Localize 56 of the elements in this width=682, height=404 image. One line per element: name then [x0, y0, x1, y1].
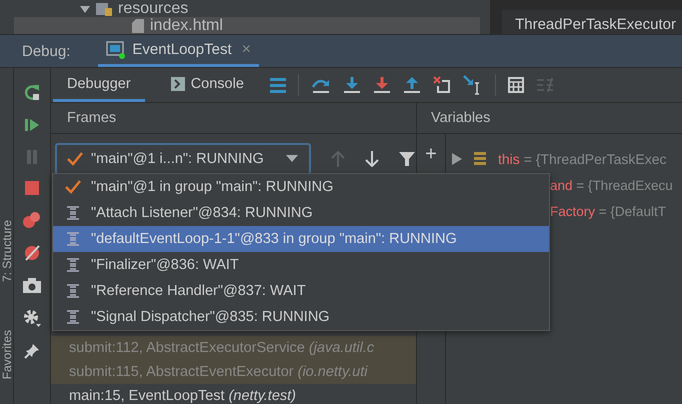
frames-header: Frames [67, 110, 116, 126]
thread-item[interactable]: "defaultEventLoop-1-1"@833 in group "main": RUNNING [53, 226, 549, 252]
step-into-icon[interactable] [342, 76, 361, 94]
console-icon [170, 76, 185, 90]
thread-item[interactable]: "Finalizer"@836: WAIT [53, 252, 549, 278]
calculator-icon[interactable] [508, 77, 524, 93]
thread-icon [65, 284, 81, 298]
tree-item[interactable]: index.html [150, 16, 223, 34]
tree-item[interactable]: resources [118, 0, 188, 18]
variable-entry[interactable]: this = {ThreadPerTaskExec [498, 151, 666, 167]
drop-frame-icon[interactable] [432, 76, 451, 94]
window-icon [106, 40, 126, 58]
tab-label: EventLoopTest [132, 41, 232, 58]
thread-icon [65, 232, 81, 246]
trace-icon [536, 77, 554, 93]
expand-arrow-icon[interactable] [452, 153, 462, 165]
debug-session-tab[interactable]: EventLoopTest × [98, 35, 259, 67]
expand-arrow-icon[interactable] [80, 4, 90, 14]
layout-icon[interactable] [270, 77, 286, 93]
resume-icon[interactable] [24, 117, 40, 133]
mute-breakpoints-icon[interactable] [24, 245, 40, 261]
camera-icon[interactable] [23, 277, 41, 293]
filter-icon[interactable] [399, 151, 415, 167]
variables-header: Variables [431, 110, 490, 126]
stack-frame[interactable]: main:15, EventLoopTest (netty.test) [51, 384, 416, 404]
favorites-tab[interactable]: Favorites [0, 330, 14, 380]
breakpoints-icon[interactable] [23, 211, 41, 229]
thread-item[interactable]: "Signal Dispatcher"@835: RUNNING [53, 304, 549, 330]
settings-icon[interactable] [23, 309, 41, 327]
structure-tab[interactable]: 7: Structure [0, 220, 14, 282]
variable-entry[interactable]: and = {ThreadExecu [550, 178, 673, 192]
thread-item[interactable]: "Reference Handler"@837: WAIT [53, 278, 549, 304]
panel-tab[interactable]: Console [156, 68, 258, 102]
pin-icon[interactable] [24, 343, 40, 359]
editor-tab[interactable]: ThreadPerTaskExecutor [502, 10, 682, 34]
thread-dropdown[interactable]: "main"@1 i...n": RUNNING [55, 143, 311, 175]
thread-item[interactable]: "main"@1 in group "main": RUNNING [53, 174, 549, 200]
panel-tab[interactable]: Debugger [53, 68, 145, 102]
caret-icon [285, 154, 299, 164]
thread-icon [65, 258, 81, 272]
field-list-icon [474, 152, 486, 166]
rerun-icon[interactable] [23, 83, 41, 101]
force-step-into-icon[interactable] [372, 76, 391, 94]
file-icon [132, 18, 144, 32]
down-arrow-icon[interactable] [365, 151, 379, 167]
debug-label: Debug: [22, 42, 70, 60]
add-watch-button[interactable]: + [425, 144, 437, 166]
variable-entry[interactable]: Factory = {DefaultT [550, 204, 666, 218]
thread-icon [65, 310, 81, 324]
folder-icon [96, 2, 112, 16]
check-icon [65, 180, 81, 194]
step-out-icon[interactable] [402, 76, 421, 94]
up-arrow-icon [331, 151, 345, 167]
thread-item[interactable]: "Attach Listener"@834: RUNNING [53, 200, 549, 226]
check-icon [67, 152, 83, 166]
thread-icon [65, 206, 81, 220]
